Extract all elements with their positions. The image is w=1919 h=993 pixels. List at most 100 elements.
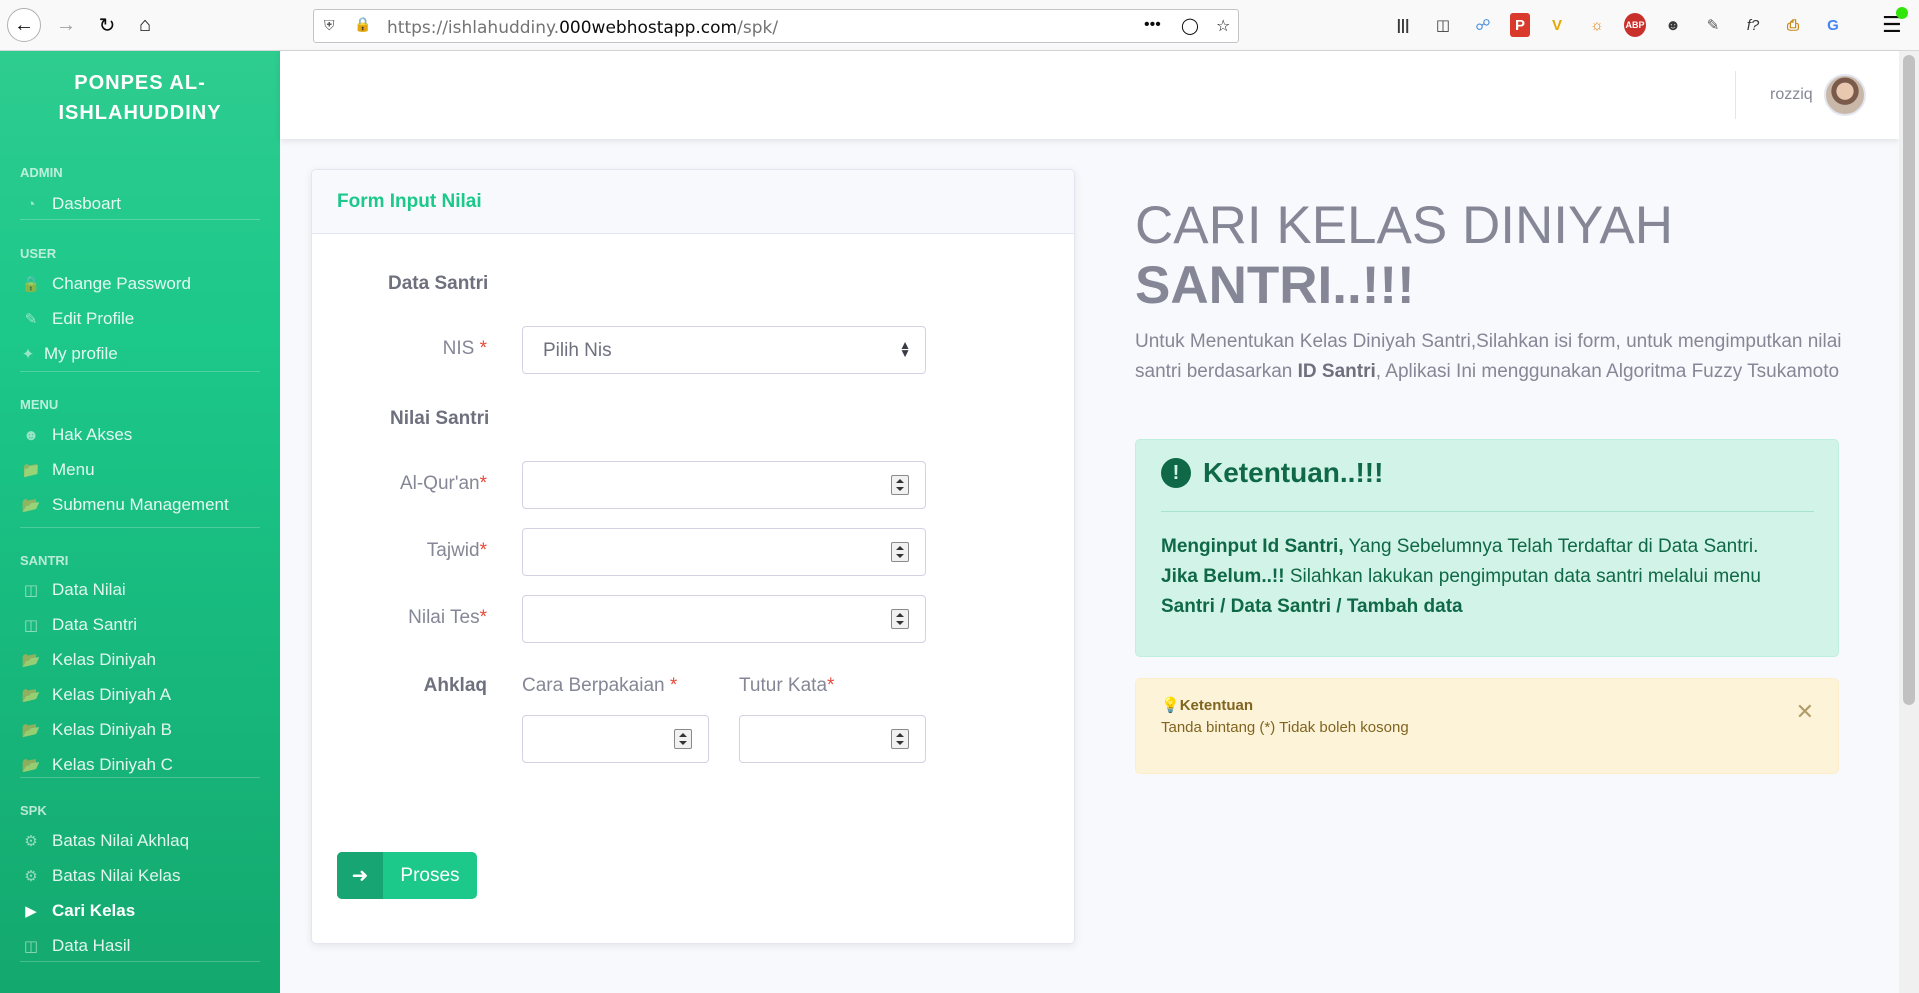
sidebar-item-kelas-diniyah-a[interactable]: 📂 Kelas Diniyah A (20, 683, 171, 707)
tutur-kata-label: Tutur Kata* (739, 675, 834, 697)
home-icon[interactable]: ⌂ (128, 8, 162, 42)
warning-title-text: Ketentuan (1179, 697, 1254, 714)
link-extension-icon[interactable]: ☍ (1470, 13, 1496, 37)
youtube-icon: ▶ (25, 903, 37, 920)
user-icon: ☻ (23, 426, 39, 444)
topbar-divider (1735, 71, 1736, 119)
spinner-icon[interactable] (674, 729, 692, 749)
sidebar-item-data-hasil[interactable]: ◫ Data Hasil (20, 934, 131, 958)
p-extension-icon[interactable]: P (1510, 13, 1530, 37)
scrollbar-thumb[interactable] (1903, 55, 1915, 705)
sidebar-item-change-password[interactable]: 🔒 Change Password (20, 272, 191, 296)
headline-line-2: SANTRI..!!! (1135, 256, 1415, 315)
sidebar-item-label: My profile (44, 344, 118, 363)
address-bar[interactable]: ⛨ 🔒 https://ishlahuddiny.000webhostapp.c… (313, 9, 1239, 43)
page-headline: CARI KELAS DINIYAH SANTRI..!!! (1135, 196, 1835, 316)
sidebar-item-label: Kelas Diniyah (52, 650, 156, 669)
sidebar-item-label: Edit Profile (52, 309, 135, 328)
proses-button[interactable]: ➜ Proses (337, 852, 477, 899)
required-mark: * (479, 473, 487, 494)
spinner-icon[interactable] (891, 542, 909, 562)
nis-select[interactable]: Pilih Nis ▲ ▼ (522, 326, 926, 374)
section-nilai-santri: Nilai Santri (390, 408, 490, 429)
sidebar-item-edit-profile[interactable]: ✎ Edit Profile (20, 307, 135, 331)
sidebar-item-label: Batas Nilai Akhlaq (52, 831, 190, 850)
sidebar-item-label: Kelas Diniyah C (52, 755, 173, 774)
sidebar-heading-admin: ADMIN (20, 165, 63, 180)
sidebar-item-batas-nilai-akhlaq[interactable]: ⚙ Batas Nilai Akhlaq (20, 829, 189, 853)
sidebar-item-kelas-diniyah-c[interactable]: 📂 Kelas Diniyah C (20, 753, 173, 777)
cara-berpakaian-label: Cara Berpakaian * (522, 675, 677, 697)
seo-extension-icon[interactable]: ☼ (1584, 13, 1610, 37)
avatar[interactable] (1824, 74, 1866, 116)
page-scrollbar[interactable] (1899, 51, 1919, 993)
sidebar-item-my-profile[interactable]: ✦ My profile (20, 342, 118, 366)
sidebar-item-cari-kelas[interactable]: ▶ Cari Kelas (20, 899, 135, 923)
section-data-santri: Data Santri (388, 273, 489, 294)
tajwid-input[interactable] (522, 528, 926, 576)
ketentuan-alert: ! Ketentuan..!!! Menginput Id Santri, Yan… (1135, 439, 1839, 657)
database-icon: ◫ (23, 582, 39, 599)
pocket-icon[interactable]: ◯ (1181, 16, 1199, 36)
adblock-icon[interactable]: ABP (1624, 13, 1646, 37)
font-finder-icon[interactable]: f? (1740, 13, 1766, 37)
warning-title: 💡Ketentuan (1161, 696, 1253, 714)
dashboard-icon: ◔ (26, 195, 36, 213)
user-name[interactable]: rozziq (1770, 86, 1813, 104)
spinner-icon[interactable] (891, 609, 909, 629)
sidebar: PONPES AL- ISHLAHUDDINY ADMIN ◔ Dasboart … (0, 51, 280, 993)
folder-open-icon: 📂 (21, 497, 41, 514)
account-icon[interactable]: ☻ (1660, 13, 1686, 37)
alert-heading: ! Ketentuan..!!! (1161, 457, 1383, 489)
alert-bold-3: Santri / Data Santri / Tambah data (1161, 596, 1463, 617)
sidebar-item-kelas-diniyah-b[interactable]: 📂 Kelas Diniyah B (20, 718, 172, 742)
brand-line-2: ISHLAHUDDINY (58, 102, 222, 124)
url-text[interactable]: https://ishlahuddiny.000webhostapp.com/s… (387, 18, 778, 38)
print-icon[interactable]: ⎙ (1780, 13, 1806, 37)
lock-icon[interactable]: 🔒 (354, 16, 371, 33)
brand[interactable]: PONPES AL- ISHLAHUDDINY (0, 68, 280, 128)
spinner-icon[interactable] (891, 729, 909, 749)
menu-icon[interactable]: ☰ (1882, 7, 1908, 38)
nilai-tes-input[interactable] (522, 595, 926, 643)
tracking-shield-icon[interactable]: ⛨ (324, 17, 342, 35)
sidebar-divider (20, 961, 260, 962)
bookmark-star-icon[interactable]: ☆ (1216, 16, 1230, 36)
cara-berpakaian-input[interactable] (522, 715, 709, 763)
cara-berpakaian-label-text: Cara Berpakaian (522, 675, 665, 696)
sidebar-heading-user: USER (20, 246, 57, 261)
v-extension-icon[interactable]: V (1544, 13, 1570, 37)
nis-label: NIS * (443, 338, 487, 360)
sidebar-divider (20, 371, 260, 372)
sidebar-item-label: Kelas Diniyah A (52, 685, 172, 704)
folder-icon: 📁 (21, 462, 41, 479)
library-icon[interactable]: ||| (1390, 13, 1416, 37)
sidebar-item-hak-akses[interactable]: ☻ Hak Akses (20, 423, 132, 447)
close-icon[interactable]: ✕ (1796, 699, 1814, 725)
sidebar-item-label: Change Password (52, 274, 191, 293)
sidebar-toggle-icon[interactable]: ◫ (1430, 13, 1456, 37)
sidebar-item-submenu-management[interactable]: 📂 Submenu Management (20, 493, 229, 517)
sidebar-item-data-santri[interactable]: ◫ Data Santri (20, 613, 137, 637)
required-mark: * (479, 338, 487, 359)
sidebar-item-label: Data Nilai (52, 580, 126, 599)
eyedropper-icon[interactable]: ✎ (1700, 13, 1726, 37)
sidebar-heading-menu: MENU (20, 397, 59, 412)
back-icon[interactable]: ← (7, 8, 41, 42)
page-actions-icon[interactable]: ••• (1144, 16, 1161, 34)
sidebar-item-batas-nilai-kelas[interactable]: ⚙ Batas Nilai Kelas (20, 864, 180, 888)
forward-icon[interactable]: → (49, 8, 83, 42)
spinner-icon[interactable] (891, 475, 909, 495)
sidebar-item-kelas-diniyah[interactable]: 📂 Kelas Diniyah (20, 648, 156, 672)
tutur-kata-label-text: Tutur Kata (739, 675, 828, 696)
alquran-input[interactable] (522, 461, 926, 509)
required-mark: * (669, 675, 678, 696)
sidebar-item-dasboart[interactable]: ◔ Dasboart (20, 192, 121, 216)
lead-bold: ID Santri (1297, 361, 1376, 382)
sidebar-item-menu[interactable]: 📁 Menu (20, 458, 95, 482)
wand-icon: ✦ (21, 346, 35, 363)
reload-icon[interactable]: ↻ (90, 8, 124, 42)
translate-icon[interactable]: G (1820, 13, 1846, 37)
sidebar-item-data-nilai[interactable]: ◫ Data Nilai (20, 578, 126, 602)
tutur-kata-input[interactable] (739, 715, 926, 763)
